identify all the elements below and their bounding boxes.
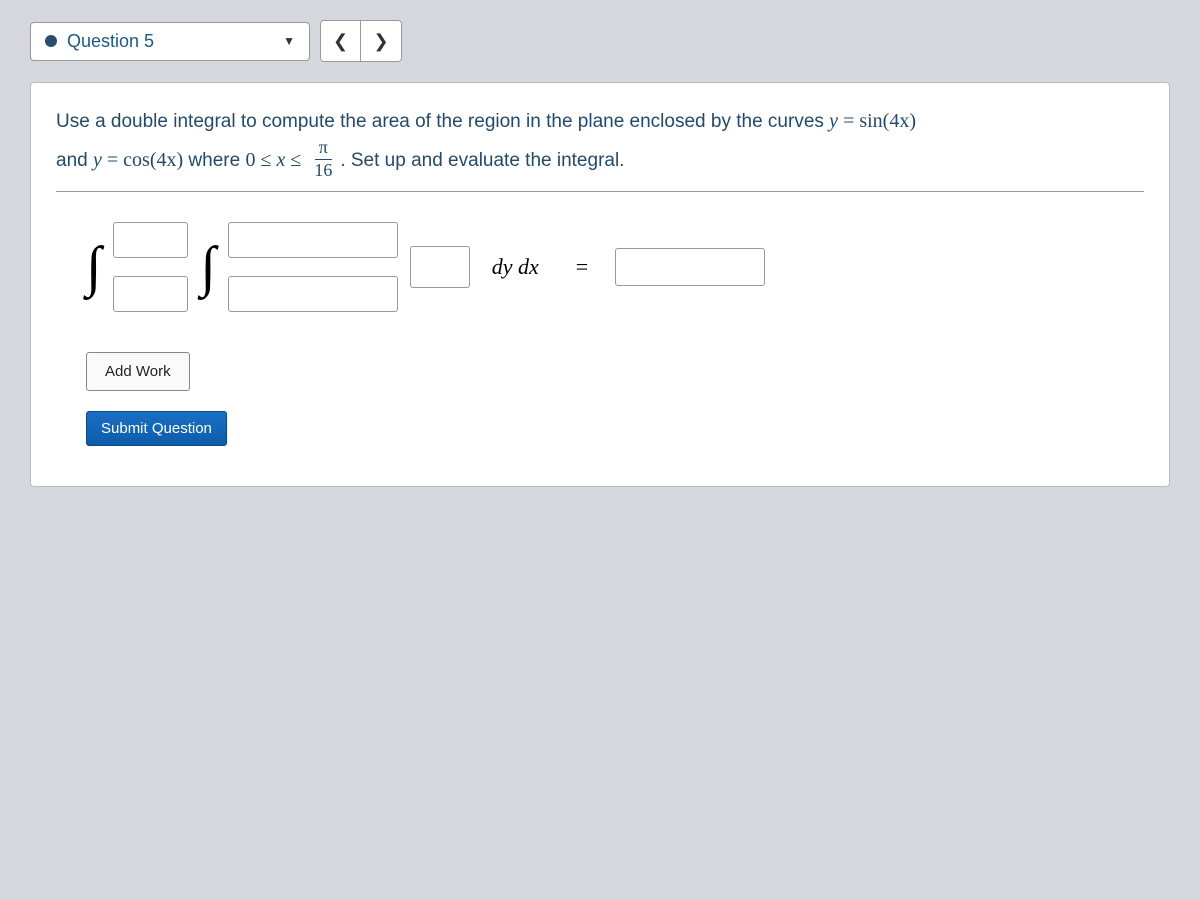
outer-lower-limit-input[interactable]: [113, 276, 188, 312]
math-leq-1: ≤: [255, 149, 276, 171]
integral-symbol-1: ∫: [86, 239, 101, 295]
math-fraction-pi16: π16: [310, 137, 336, 181]
fraction-numerator: π: [315, 137, 332, 160]
math-y-1: y: [829, 110, 838, 132]
next-question-button[interactable]: ❯: [361, 21, 401, 61]
chevron-down-icon: ▼: [283, 34, 295, 48]
prompt-text-and: and: [56, 150, 93, 171]
question-selector-content: Question 5: [45, 31, 154, 52]
divider-line: [56, 191, 1144, 192]
prev-question-button[interactable]: ❮: [321, 21, 361, 61]
prompt-text-setup: . Set up and evaluate the integral.: [340, 150, 624, 171]
math-sin4x: sin(4x): [859, 110, 916, 132]
outer-upper-limit-input[interactable]: [113, 222, 188, 258]
math-y-2: y: [93, 149, 102, 171]
prompt-text-where: where: [183, 150, 245, 171]
integral-symbol-2: ∫: [200, 239, 215, 295]
math-x: x: [276, 149, 285, 171]
integral-input-row: ∫ ∫ dy dx =: [86, 222, 1144, 312]
status-dot-icon: [45, 35, 57, 47]
fraction-denominator: 16: [310, 160, 336, 182]
inner-upper-limit-input[interactable]: [228, 222, 398, 258]
outer-limits-stack: [113, 222, 188, 312]
math-eq-2: =: [102, 149, 123, 171]
question-number-label: Question 5: [67, 31, 154, 52]
question-prompt: Use a double integral to compute the are…: [56, 103, 1144, 183]
result-input[interactable]: [615, 248, 765, 286]
chevron-right-icon: ❯: [373, 31, 388, 52]
math-cos4x: cos(4x): [123, 149, 183, 171]
integrand-input[interactable]: [410, 246, 470, 288]
math-zero: 0: [245, 149, 255, 171]
inner-lower-limit-input[interactable]: [228, 276, 398, 312]
math-leq-2: ≤: [285, 149, 306, 171]
submit-question-button[interactable]: Submit Question: [86, 411, 227, 446]
chevron-left-icon: ❮: [333, 31, 348, 52]
nav-button-group: ❮ ❯: [320, 20, 402, 62]
math-eq-1: =: [838, 110, 859, 132]
inner-limits-stack: [228, 222, 398, 312]
question-header-bar: Question 5 ▼ ❮ ❯: [30, 20, 1170, 62]
differential-label: dy dx: [492, 254, 539, 280]
prompt-text-1: Use a double integral to compute the are…: [56, 111, 829, 132]
add-work-button[interactable]: Add Work: [86, 352, 190, 391]
equals-sign: =: [576, 254, 588, 280]
question-card: Use a double integral to compute the are…: [30, 82, 1170, 487]
question-selector-dropdown[interactable]: Question 5 ▼: [30, 22, 310, 61]
